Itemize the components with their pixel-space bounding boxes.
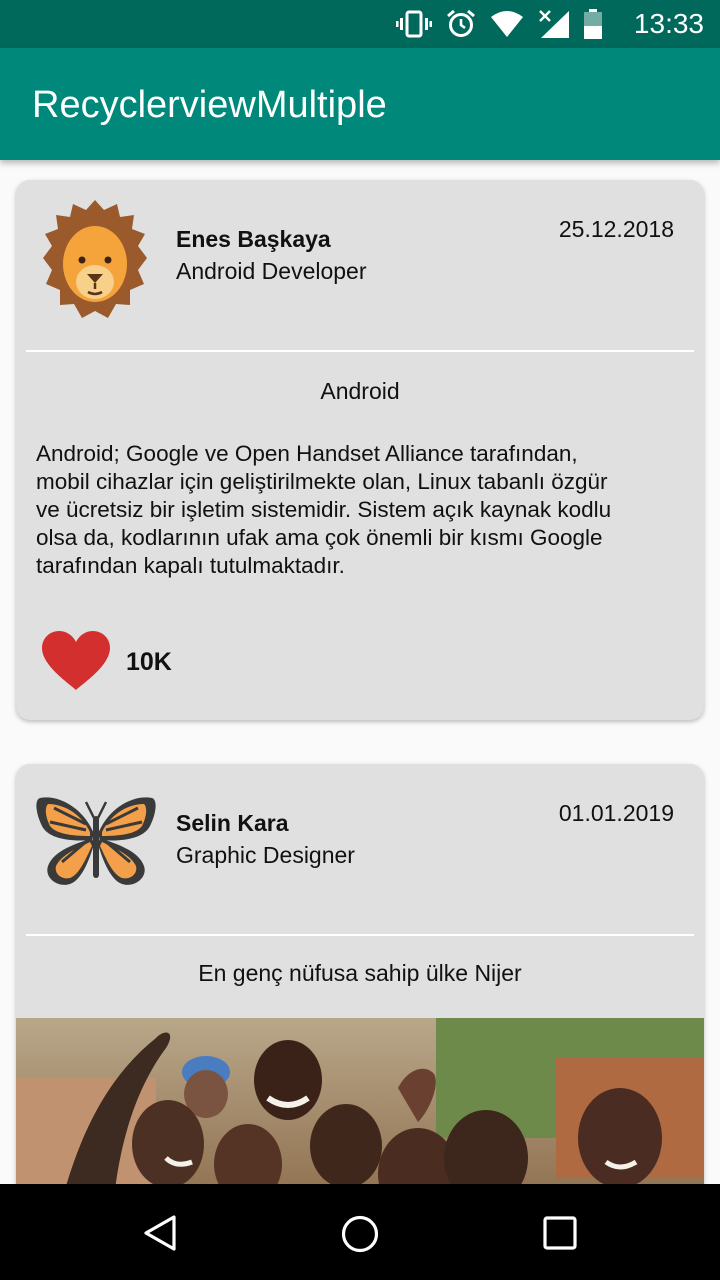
author-name: Selin Kara (176, 810, 289, 836)
app-bar: RecyclerviewMultiple (0, 48, 720, 160)
app-title: RecyclerviewMultiple (32, 84, 387, 126)
post-body-line: Android; Google ve Open Handset Alliance… (36, 441, 578, 466)
recycler-list[interactable]: Enes Başkaya Android Developer 25.12.201… (0, 160, 720, 1184)
divider (26, 350, 694, 352)
post-title: En genç nüfusa sahip ülke Nijer (198, 960, 522, 986)
like-count: 10K (126, 648, 172, 676)
author-role: Android Developer (176, 258, 367, 284)
lion-icon (42, 198, 148, 328)
battery-icon (584, 9, 602, 39)
post-photo (16, 1018, 704, 1184)
back-icon[interactable] (142, 1214, 178, 1256)
post-card[interactable]: Enes Başkaya Android Developer 25.12.201… (16, 180, 704, 720)
navigation-bar (0, 1184, 720, 1280)
author-name: Enes Başkaya (176, 226, 331, 252)
signal-icon (538, 9, 570, 39)
post-card[interactable]: Selin Kara Graphic Designer 01.01.2019 E… (16, 764, 704, 1184)
butterfly-icon (34, 794, 158, 894)
post-body-line: ve ücretsiz bir işletim sistemidir. Sist… (36, 497, 612, 522)
alarm-icon (446, 9, 476, 39)
post-body-line: tarafından kapalı tutulmaktadır. (36, 553, 345, 578)
post-date: 25.12.2018 (558, 216, 674, 242)
author-role: Graphic Designer (176, 842, 355, 868)
post-body-line: olsa da, kodlarının ufak ama çok önemli … (36, 525, 603, 550)
heart-icon[interactable] (40, 630, 112, 696)
status-icons (396, 8, 602, 40)
recents-icon[interactable] (542, 1215, 578, 1255)
divider (26, 934, 694, 936)
status-time: 13:33 (633, 8, 704, 39)
status-bar: 13:33 (0, 0, 720, 48)
vibrate-icon (396, 10, 432, 38)
post-body: Android; Google ve Open Handset Alliance… (36, 440, 684, 580)
home-icon[interactable] (340, 1214, 380, 1258)
post-body-line: mobil cihazlar için geliştirilmekte olan… (36, 469, 608, 494)
post-title: Android (320, 378, 400, 404)
post-date: 01.01.2019 (558, 800, 674, 826)
wifi-icon (490, 10, 524, 38)
